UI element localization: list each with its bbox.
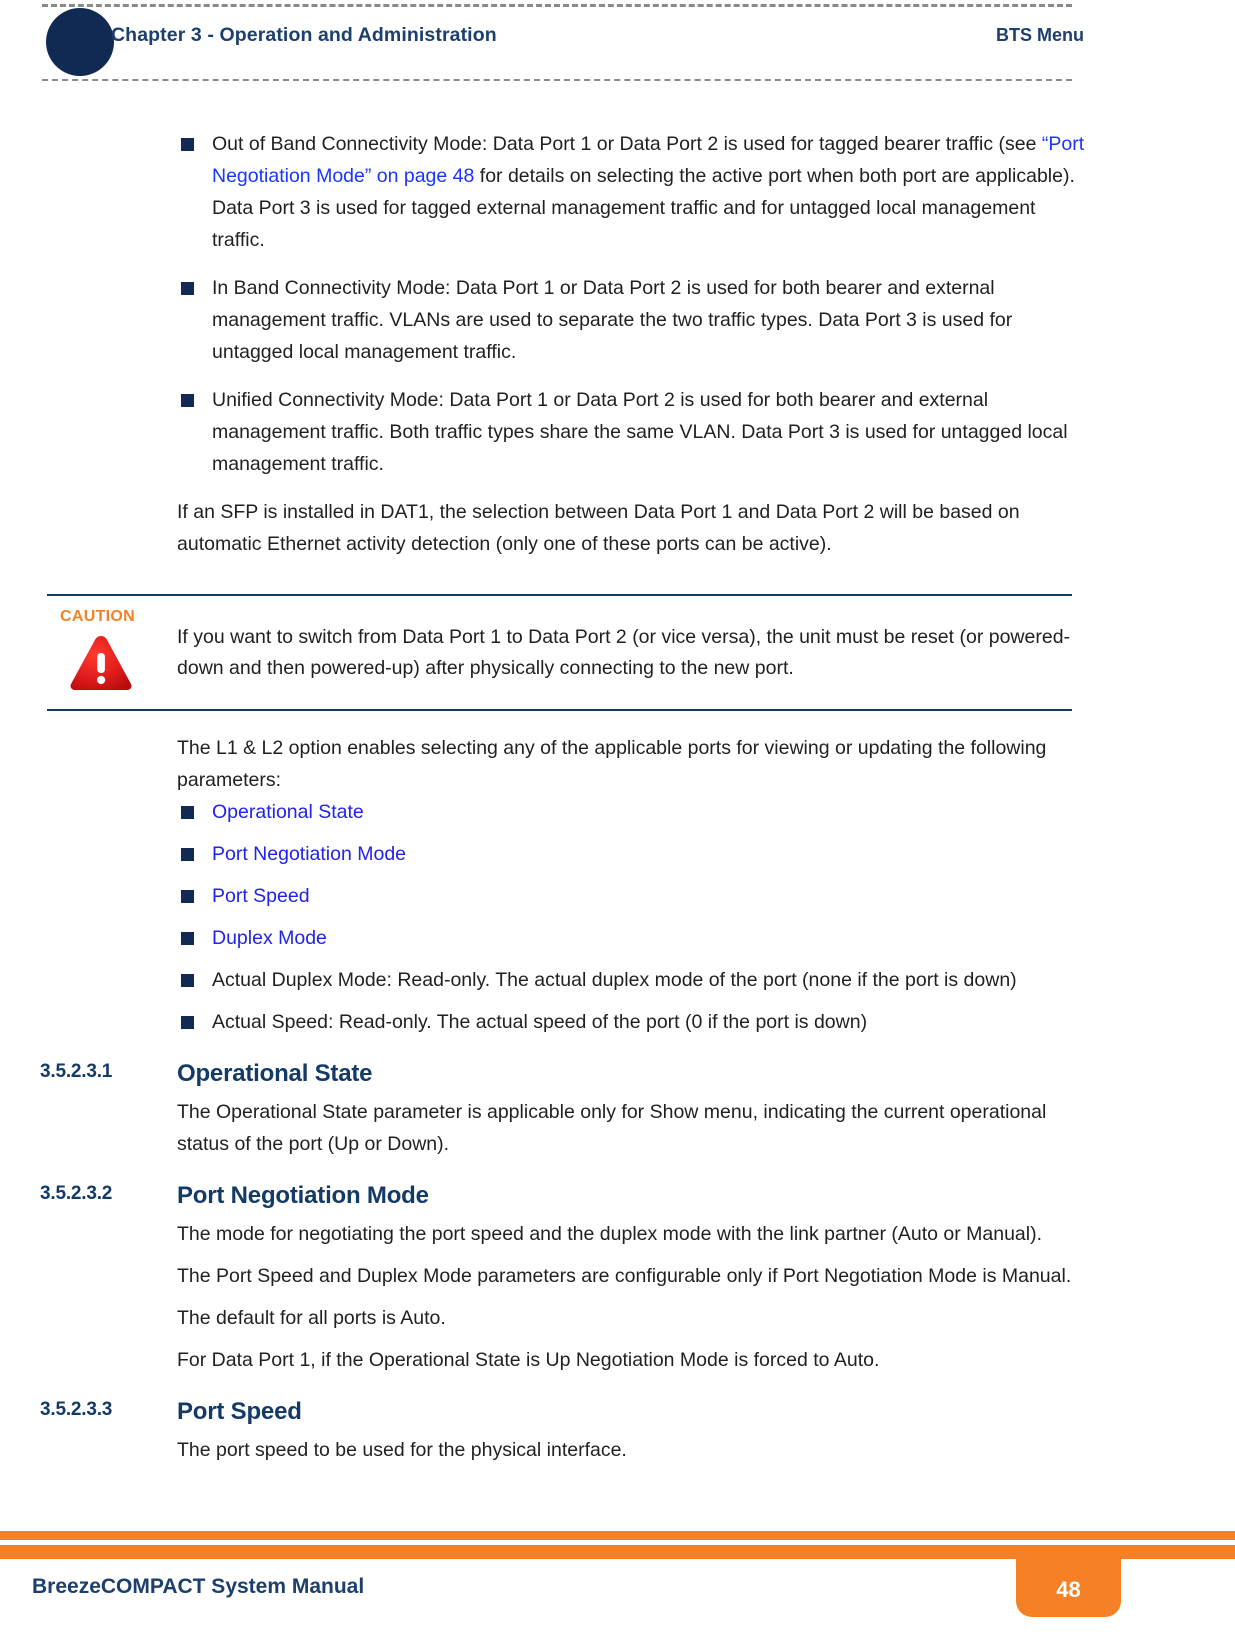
parameter-link-operational-state[interactable]: Operational State [212,801,364,823]
section-number: 3.5.2.3.2 [40,1183,113,1204]
square-bullet-icon [181,282,194,295]
list-item: Duplex Mode [0,922,1235,954]
list-item: Port Speed [0,880,1235,912]
caution-label: CAUTION [60,608,135,625]
list-item: Out of Band Connectivity Mode: Data Port… [0,128,1235,256]
section-heading: 3.5.2.3.1 Operational State [0,1060,1235,1096]
list-item: Actual Speed: Read-only. The actual spee… [0,1006,1235,1038]
section-title: Port Speed [177,1398,302,1425]
list-item: Unified Connectivity Mode: Data Port 1 o… [0,384,1235,480]
square-bullet-icon [181,932,194,945]
header-section-title: BTS Menu [996,25,1084,45]
section-paragraph: The Port Speed and Duplex Mode parameter… [177,1265,1072,1287]
page-footer: 48 BreezeCOMPACT System Manual [0,1519,1235,1639]
parameter-link-port-negotiation-mode[interactable]: Port Negotiation Mode [212,843,406,865]
section-number: 3.5.2.3.3 [40,1399,113,1420]
caution-text: If you want to switch from Data Port 1 t… [177,626,1071,679]
section-paragraph: The port speed to be used for the physic… [177,1439,627,1461]
caution-divider-top [47,594,1072,596]
section-title: Port Negotiation Mode [177,1182,429,1209]
page-number: 48 [1056,1577,1081,1602]
section-paragraph: The default for all ports is Auto. [177,1307,446,1329]
l1l2-intro-paragraph: The L1 & L2 option enables selecting any… [177,737,1047,791]
list-item: In Band Connectivity Mode: Data Port 1 o… [0,272,1235,368]
parameter-text-actual-duplex-mode: Actual Duplex Mode: Read-only. The actua… [212,969,1017,991]
caution-divider-bottom [47,709,1072,711]
list-item: Actual Duplex Mode: Read-only. The actua… [0,964,1235,996]
page-header: Chapter 3 - Operation and Administration… [0,0,1235,90]
section-heading: 3.5.2.3.3 Port Speed [0,1398,1235,1434]
bullet-text: In Band Connectivity Mode: Data Port 1 o… [212,277,1013,363]
section-paragraph: For Data Port 1, if the Operational Stat… [177,1349,880,1371]
header-circle-decoration [46,8,114,76]
caution-callout: CAUTION If you want to switch from Data … [0,594,1235,711]
square-bullet-icon [181,806,194,819]
list-item: Operational State [0,796,1235,828]
square-bullet-icon [181,974,194,987]
square-bullet-icon [181,848,194,861]
header-divider-top [42,4,1072,7]
header-divider-bottom [42,79,1072,81]
square-bullet-icon [181,138,194,151]
section-paragraph: The Operational State parameter is appli… [177,1101,1047,1155]
section-paragraph: The mode for negotiating the port speed … [177,1223,1043,1245]
bullet-text-pre: Out of Band Connectivity Mode: Data Port… [212,133,1042,155]
sfp-note-paragraph: If an SFP is installed in DAT1, the sele… [177,501,1020,555]
footer-accent-bar-top [0,1531,1235,1540]
section-number: 3.5.2.3.1 [40,1061,113,1082]
bullet-text: Unified Connectivity Mode: Data Port 1 o… [212,389,1068,475]
parameter-text-actual-speed: Actual Speed: Read-only. The actual spee… [212,1011,868,1033]
parameter-link-duplex-mode[interactable]: Duplex Mode [212,927,327,949]
section-title: Operational State [177,1060,373,1087]
footer-document-title: BreezeCOMPACT System Manual [32,1575,365,1598]
square-bullet-icon [181,394,194,407]
section-heading: 3.5.2.3.2 Port Negotiation Mode [0,1182,1235,1218]
page-number-tab: 48 [1016,1545,1121,1617]
page-content: Out of Band Connectivity Mode: Data Port… [0,128,1235,1466]
list-item: Port Negotiation Mode [0,838,1235,870]
parameter-link-port-speed[interactable]: Port Speed [212,885,310,907]
square-bullet-icon [181,890,194,903]
square-bullet-icon [181,1016,194,1029]
warning-triangle-icon [68,634,134,692]
header-chapter-title: Chapter 3 - Operation and Administration [111,24,497,46]
